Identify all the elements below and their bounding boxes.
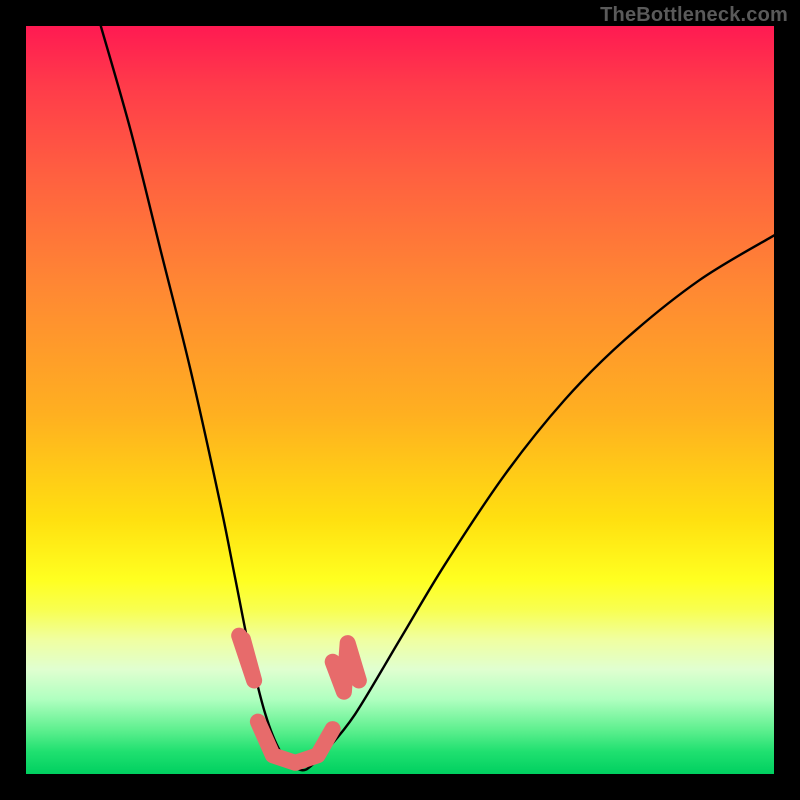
chart-plot-area bbox=[26, 26, 774, 774]
paint-right-stroke bbox=[333, 643, 359, 692]
paint-left-stroke bbox=[239, 636, 254, 681]
paint-bottom-arc bbox=[258, 722, 333, 763]
chart-svg bbox=[26, 26, 774, 774]
bottleneck-curve bbox=[101, 26, 774, 770]
watermark-text: TheBottleneck.com bbox=[600, 4, 788, 27]
